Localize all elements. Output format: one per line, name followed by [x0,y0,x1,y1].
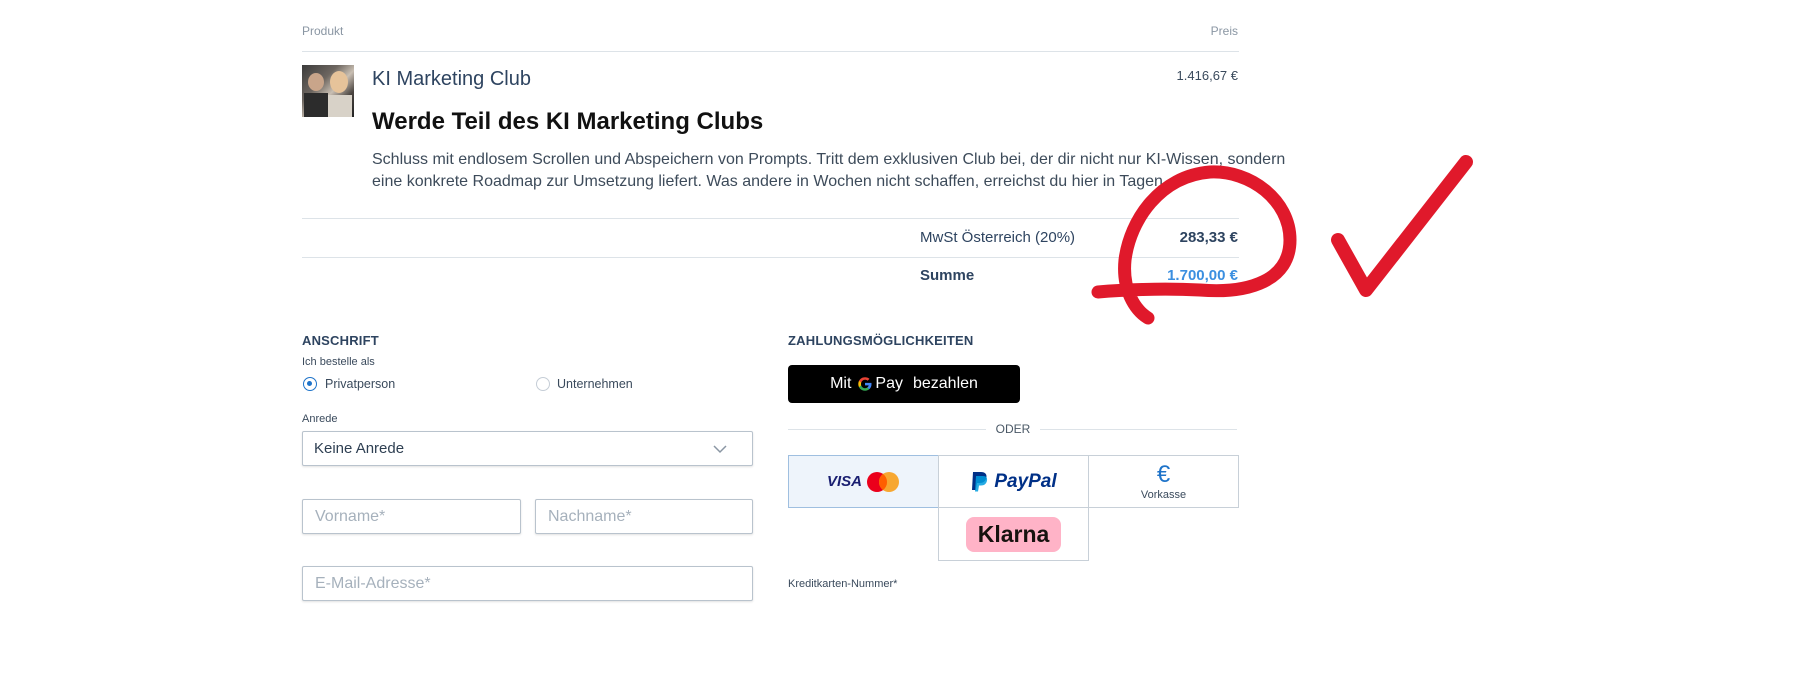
radio-unternehmen[interactable] [536,377,550,391]
pay-option-paypal[interactable]: PayPal [938,455,1089,508]
order-as-label: Ich bestelle als [302,356,375,368]
product-headline: Werde Teil des KI Marketing Clubs [372,108,764,135]
column-header-product: Produkt [302,24,344,38]
payment-title: ZAHLUNGSMÖGLICHKEITEN [788,333,974,348]
product-name: KI Marketing Club [372,68,531,90]
email-field[interactable] [302,566,753,601]
pay-option-klarna[interactable]: Klarna [938,507,1089,561]
gpay-prefix: Mit [830,375,852,392]
paypal-icon [972,471,988,491]
lastname-input[interactable] [536,500,752,533]
chevron-down-icon [713,445,727,454]
gpay-suffix: bezahlen [912,375,978,392]
salutation-select[interactable]: Keine Anrede [302,431,753,466]
product-price: 1.416,67 € [1176,68,1238,83]
klarna-logo: Klarna [965,516,1062,552]
or-divider-right [1040,429,1237,430]
pay-option-vorkasse[interactable]: € Vorkasse [1088,455,1239,508]
gpay-brand: Pay [875,375,903,392]
vorkasse-label: Vorkasse [1140,488,1187,501]
visa-logo: VISA [826,473,862,490]
paypal-logo: PayPal [994,470,1057,492]
google-pay-button[interactable]: Mit Pay bezahlen [788,365,1020,403]
card-number-label: Kreditkarten-Nummer* [788,578,898,590]
annotation-scribble [1091,155,1473,325]
radio-privatperson[interactable] [303,377,317,391]
product-thumbnail [302,65,354,117]
firstname-field[interactable] [302,499,521,534]
or-divider-left [788,429,986,430]
google-g-icon [858,377,872,391]
pay-option-card[interactable]: VISA [788,455,939,508]
address-title: ANSCHRIFT [302,333,379,348]
header-divider [302,51,1239,52]
mastercard-icon [867,471,899,492]
salutation-label: Anrede [302,413,338,425]
email-input[interactable] [303,567,752,600]
lastname-field[interactable] [535,499,753,534]
column-header-price: Preis [1210,24,1238,38]
radio-unternehmen-label[interactable]: Unternehmen [557,377,633,391]
sum-label: Summe [920,267,975,284]
tax-label: MwSt Österreich (20%) [920,229,1076,246]
or-label: ODER [995,422,1031,436]
firstname-input[interactable] [303,500,520,533]
euro-icon: € [1156,460,1171,488]
radio-privatperson-label[interactable]: Privatperson [325,377,395,391]
salutation-value: Keine Anrede [314,440,405,457]
